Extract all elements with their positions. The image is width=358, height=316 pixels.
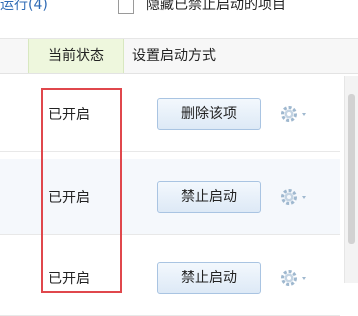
chevron-down-icon bbox=[302, 196, 306, 199]
delete-item-button[interactable]: 删除该项 bbox=[157, 98, 261, 130]
row-status: 已开启 bbox=[48, 107, 90, 123]
scrollbar-thumb[interactable] bbox=[348, 94, 355, 244]
hide-disabled-checkbox[interactable] bbox=[118, 0, 134, 14]
hide-disabled-label: 隐藏已禁止启动的项目 bbox=[146, 0, 286, 13]
chevron-down-icon bbox=[302, 277, 306, 280]
chevron-down-icon bbox=[302, 113, 306, 116]
table-header: 当前状态 设置启动方式 bbox=[0, 38, 358, 74]
column-current-status[interactable]: 当前状态 bbox=[28, 39, 124, 73]
disable-startup-button[interactable]: 禁止启动 bbox=[157, 262, 261, 294]
table-row: 已开启 禁止启动 bbox=[0, 159, 340, 235]
row-settings-menu[interactable] bbox=[278, 186, 316, 208]
running-items-link[interactable]: 运行(4) bbox=[0, 0, 48, 14]
row-settings-menu[interactable] bbox=[278, 103, 316, 125]
gear-icon bbox=[281, 189, 297, 205]
gear-icon bbox=[281, 106, 297, 122]
disable-startup-button[interactable]: 禁止启动 bbox=[157, 181, 261, 213]
column-startup-mode[interactable]: 设置启动方式 bbox=[132, 39, 216, 73]
top-toolbar: 运行(4) 隐藏已禁止启动的项目 bbox=[0, 0, 358, 36]
row-settings-menu[interactable] bbox=[278, 267, 316, 289]
row-status: 已开启 bbox=[48, 190, 90, 206]
table-row: 已开启 禁止启动 bbox=[0, 240, 340, 316]
table-row: 已开启 删除该项 bbox=[0, 76, 340, 152]
vertical-scrollbar[interactable] bbox=[344, 76, 358, 283]
row-status: 已开启 bbox=[48, 271, 90, 287]
